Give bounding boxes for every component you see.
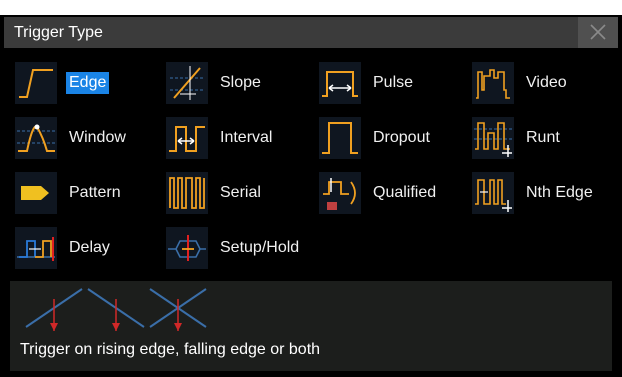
trigger-option-serial[interactable]: Serial (166, 172, 296, 214)
trigger-option-label: Delay (69, 239, 110, 256)
trigger-type-grid: Edge Slope Pulse Video Window Interval D… (0, 62, 622, 287)
title-bar: Trigger Type (4, 17, 618, 48)
close-icon (590, 24, 606, 40)
trigger-option-slope[interactable]: Slope (166, 62, 286, 104)
runt-icon (472, 117, 514, 159)
trigger-type-dialog: Trigger Type Edge Slope Pulse Video Wind… (0, 15, 622, 377)
trigger-option-edge[interactable]: Edge (15, 62, 135, 104)
rising-edge-icon (25, 288, 83, 331)
trigger-option-pattern[interactable]: Pattern (15, 172, 145, 214)
trigger-option-label: Dropout (373, 129, 430, 146)
trigger-option-label: Nth Edge (526, 184, 593, 201)
trigger-option-label: Window (69, 129, 126, 146)
trigger-option-label: Setup/Hold (220, 239, 300, 256)
pattern-icon (15, 172, 57, 214)
trigger-option-label: Slope (220, 74, 261, 91)
trigger-description: Trigger on rising edge, falling edge or … (20, 341, 321, 358)
trigger-option-dropout[interactable]: Dropout (319, 117, 449, 159)
info-panel: Trigger on rising edge, falling edge or … (10, 281, 612, 371)
slope-icon (166, 62, 208, 104)
both-edges-icon (149, 288, 207, 331)
trigger-option-label: Pulse (373, 74, 414, 91)
trigger-option-label: Qualified (373, 184, 437, 201)
interval-icon (166, 117, 208, 159)
trigger-option-pulse[interactable]: Pulse (319, 62, 439, 104)
dialog-title: Trigger Type (14, 24, 103, 41)
edge-illustration (25, 288, 207, 331)
trigger-option-label: Pattern (69, 184, 121, 201)
trigger-option-label: Video (526, 74, 567, 91)
pulse-icon (319, 62, 361, 104)
trigger-option-setup-hold[interactable]: Setup/Hold (166, 227, 316, 269)
edge-icon (15, 62, 57, 104)
delay-icon (15, 227, 57, 269)
video-icon (472, 62, 514, 104)
trigger-option-label: Interval (220, 129, 273, 146)
close-button[interactable] (578, 17, 618, 48)
qualified-icon (319, 172, 361, 214)
trigger-option-delay[interactable]: Delay (15, 227, 135, 269)
trigger-option-label: Serial (220, 184, 261, 201)
trigger-option-label: Runt (526, 129, 560, 146)
nth-edge-icon (472, 172, 514, 214)
trigger-option-video[interactable]: Video (472, 62, 592, 104)
serial-icon (166, 172, 208, 214)
trigger-option-label: Edge (66, 72, 110, 94)
window-icon (15, 117, 57, 159)
falling-edge-icon (87, 288, 145, 331)
dropout-icon (319, 117, 361, 159)
setup-hold-icon (166, 227, 208, 269)
trigger-option-interval[interactable]: Interval (166, 117, 296, 159)
trigger-option-runt[interactable]: Runt (472, 117, 602, 159)
trigger-option-qualified[interactable]: Qualified (319, 172, 449, 214)
trigger-option-window[interactable]: Window (15, 117, 145, 159)
trigger-option-nth-edge[interactable]: Nth Edge (472, 172, 612, 214)
